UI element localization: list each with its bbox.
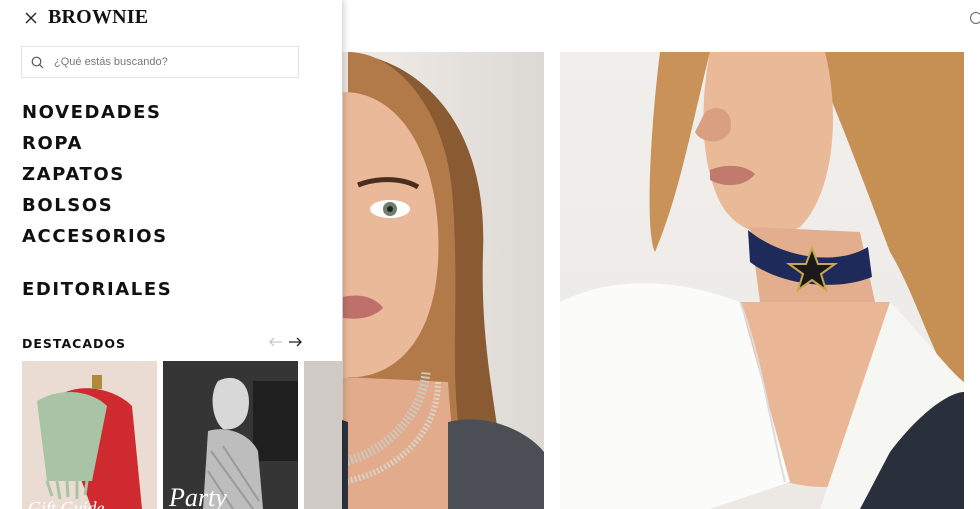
arrow-right-icon[interactable] [287,335,303,349]
featured-heading: DESTACADOS [22,336,127,351]
nav-item-novedades[interactable]: NOVEDADES [22,101,172,132]
category-nav: NOVEDADES ROPA ZAPATOS BOLSOS ACCESORIOS… [22,101,172,309]
close-icon[interactable] [22,9,40,27]
scarves-illustration [22,361,157,509]
search-box[interactable] [21,46,299,78]
featured-card-party[interactable]: Party [163,361,298,509]
nav-item-zapatos[interactable]: ZAPATOS [22,163,172,194]
nav-item-editoriales[interactable]: EDITORIALES [22,278,172,309]
brand-logo[interactable]: BROWNIE [48,6,148,29]
side-menu-drawer: BROWNIE NOVEDADES ROPA ZAPATOS BOLSOS AC… [0,0,342,509]
featured-card-caption: Party [169,483,227,509]
search-input[interactable] [54,56,274,68]
search-icon [31,56,44,69]
nav-item-ropa[interactable]: ROPA [22,132,172,163]
product-photo-choker[interactable] [560,52,964,509]
featured-card-partial[interactable] [304,361,342,509]
model-choker-illustration [560,52,964,509]
featured-card-scarves[interactable]: Gift Guide [22,361,157,509]
arrow-left-icon[interactable] [268,335,284,349]
nav-item-bolsos[interactable]: BOLSOS [22,194,172,225]
featured-card-caption: Gift Guide [28,498,105,509]
nav-item-accesorios[interactable]: ACCESORIOS [22,225,172,256]
account-icon[interactable] [970,12,980,24]
